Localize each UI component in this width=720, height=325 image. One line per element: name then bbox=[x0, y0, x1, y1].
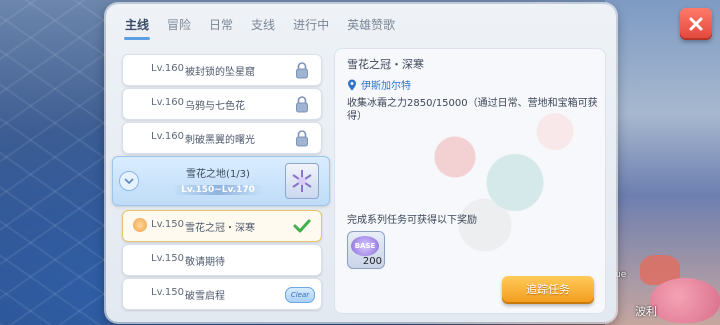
quest-level: Lv.150 bbox=[151, 219, 184, 230]
snowflake-crown-icon bbox=[285, 163, 319, 199]
quest-name: 敬请期待 bbox=[185, 257, 225, 268]
quest-item-selected[interactable]: Lv.150 雪花之冠・深寒 bbox=[122, 210, 322, 242]
quest-item[interactable]: Lv.150 敬请期待 bbox=[122, 244, 322, 276]
tab-daily[interactable]: 日常 bbox=[200, 8, 242, 42]
quest-level: Lv.160 bbox=[151, 131, 184, 142]
quest-item[interactable]: Lv.160 被封锁的坠星窟 bbox=[122, 54, 322, 86]
detail-location-link[interactable]: 伊斯加尔特 bbox=[347, 77, 411, 92]
clear-badge: Clear bbox=[285, 287, 315, 303]
quest-name: 乌鸦与七色花 bbox=[185, 101, 245, 112]
player-name: 波利 bbox=[635, 305, 657, 318]
tab-in-progress[interactable]: 进行中 bbox=[284, 8, 338, 42]
quest-level: Lv.160 bbox=[151, 97, 184, 108]
reward-label: 完成系列任务可获得以下奖励 bbox=[347, 215, 477, 226]
tab-side[interactable]: 支线 bbox=[242, 8, 284, 42]
detail-title: 雪花之冠・深寒 bbox=[347, 58, 424, 71]
quest-item[interactable]: Lv.160 乌鸦与七色花 bbox=[122, 88, 322, 120]
quest-tabs: 主线 冒险 日常 支线 进行中 英雄赞歌 bbox=[116, 8, 404, 42]
check-icon bbox=[293, 219, 311, 233]
quest-detail: 雪花之冠・深寒 伊斯加尔特 收集冰霜之力2850/15000（通过日常、营地和宝… bbox=[334, 48, 606, 314]
quest-name: 刺破黑翼的曙光 bbox=[185, 135, 255, 146]
quest-level: Lv.150 bbox=[151, 287, 184, 298]
tab-hero-anthem[interactable]: 英雄赞歌 bbox=[338, 8, 404, 42]
chevron-down-icon[interactable] bbox=[119, 171, 139, 191]
poring-pet[interactable] bbox=[650, 278, 720, 323]
reward-count: 200 bbox=[362, 256, 382, 267]
quest-list[interactable]: Lv.160 被封锁的坠星窟 Lv.160 乌鸦与七色花 Lv.160 刺破黑翼… bbox=[112, 54, 330, 318]
quest-item[interactable]: Lv.150 破雪启程 Clear bbox=[122, 278, 322, 310]
quest-panel: 主线 冒险 日常 支线 进行中 英雄赞歌 Lv.160 被封锁的坠星窟 Lv.1… bbox=[106, 4, 712, 322]
background-floor-tiles bbox=[0, 0, 110, 325]
tab-adventure[interactable]: 冒险 bbox=[158, 8, 200, 42]
location-pin-icon bbox=[348, 79, 356, 90]
base-exp-icon: BASE bbox=[351, 236, 379, 256]
lock-icon bbox=[296, 130, 308, 147]
location-name: 伊斯加尔特 bbox=[361, 81, 411, 92]
lock-icon bbox=[296, 96, 308, 113]
group-title: 雪花之地(1/3) bbox=[186, 169, 250, 180]
quest-name: 雪花之冠・深寒 bbox=[185, 223, 255, 234]
group-level-range: Lv.150~Lv.170 bbox=[173, 185, 263, 195]
track-quest-button[interactable]: 追踪任务 bbox=[502, 276, 594, 304]
current-quest-icon bbox=[133, 218, 147, 232]
quest-name: 破雪启程 bbox=[185, 291, 225, 302]
close-button[interactable] bbox=[680, 8, 712, 40]
tab-main[interactable]: 主线 bbox=[116, 8, 158, 42]
quest-level: Lv.150 bbox=[151, 253, 184, 264]
quest-level: Lv.160 bbox=[151, 63, 184, 74]
quest-group-header[interactable]: 雪花之地(1/3) Lv.150~Lv.170 bbox=[112, 156, 330, 206]
quest-name: 被封锁的坠星窟 bbox=[185, 67, 255, 78]
detail-description: 收集冰霜之力2850/15000（通过日常、营地和宝箱可获得） bbox=[347, 98, 598, 122]
close-icon bbox=[689, 17, 703, 31]
lock-icon bbox=[296, 62, 308, 79]
quest-item[interactable]: Lv.160 刺破黑翼的曙光 bbox=[122, 122, 322, 154]
reward-item[interactable]: BASE 200 bbox=[347, 231, 385, 269]
